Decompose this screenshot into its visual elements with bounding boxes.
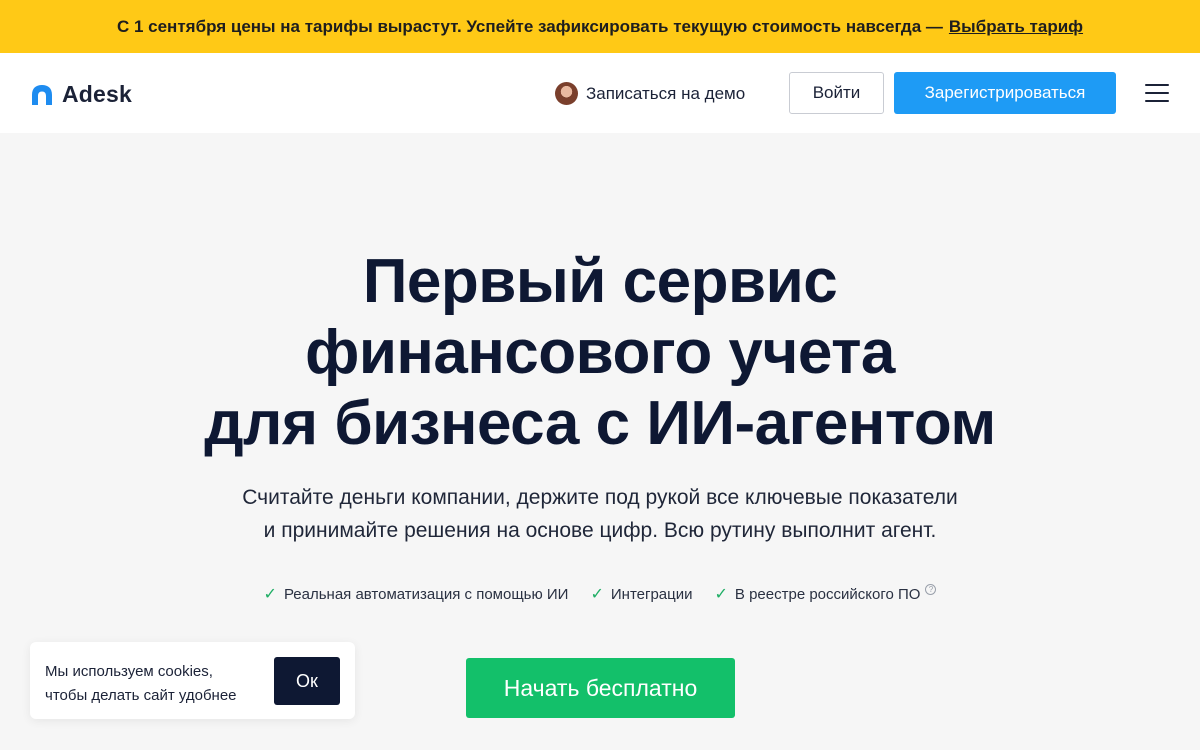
avatar bbox=[555, 82, 578, 105]
hero-subtitle-line: Считайте деньги компании, держите под ру… bbox=[242, 486, 958, 509]
hero-title: Первый сервис финансового учета для бизн… bbox=[0, 246, 1200, 459]
hero-subtitle-line: и принимайте решения на основе цифр. Всю… bbox=[263, 519, 937, 542]
cookie-text-line: Мы используем cookies, bbox=[45, 663, 213, 680]
promo-text: С 1 сентября цены на тарифы вырастут. Ус… bbox=[116, 16, 943, 36]
book-demo-label: Записаться на демо bbox=[586, 83, 746, 103]
register-button[interactable]: Зарегистрироваться bbox=[894, 72, 1116, 114]
hamburger-menu-icon[interactable] bbox=[1145, 82, 1171, 104]
cookie-text-line: чтобы делать сайт удобнее bbox=[45, 687, 237, 704]
check-icon: ✓ bbox=[590, 586, 604, 603]
cookie-notice: Мы используем cookies, чтобы делать сайт… bbox=[30, 642, 355, 719]
question-circle-icon[interactable]: ? bbox=[925, 583, 937, 595]
hero-subtitle: Считайте деньги компании, держите под ру… bbox=[0, 481, 1200, 547]
feature-item: ✓ Интеграции bbox=[590, 584, 692, 604]
feature-label: Интеграции bbox=[610, 585, 693, 603]
cookie-ok-button[interactable]: Ок bbox=[274, 657, 340, 705]
hero-title-line: финансового учета bbox=[305, 318, 895, 387]
start-free-button[interactable]: Начать бесплатно bbox=[466, 658, 735, 718]
login-button[interactable]: Войти bbox=[789, 72, 884, 114]
feature-list: ✓ Реальная автоматизация с помощью ИИ ✓ … bbox=[0, 583, 1200, 604]
cookie-text: Мы используем cookies, чтобы делать сайт… bbox=[45, 660, 237, 708]
feature-label: В реестре российского ПО bbox=[734, 585, 921, 603]
choose-plan-link[interactable]: Выбрать тариф bbox=[949, 17, 1083, 37]
adesk-logo-icon bbox=[32, 84, 52, 105]
check-icon: ✓ bbox=[714, 586, 728, 603]
hero-title-line: Первый сервис bbox=[362, 247, 838, 316]
promo-banner: С 1 сентября цены на тарифы вырастут. Ус… bbox=[0, 0, 1200, 53]
site-header: Adesk Записаться на демо Войти Зарегистр… bbox=[0, 53, 1200, 133]
logo[interactable]: Adesk bbox=[30, 81, 132, 108]
hero-title-line: для бизнеса с ИИ-агентом bbox=[204, 389, 996, 458]
check-icon: ✓ bbox=[263, 586, 277, 603]
logo-text: Adesk bbox=[62, 81, 133, 107]
book-demo-link[interactable]: Записаться на демо bbox=[555, 82, 745, 105]
feature-label: Реальная автоматизация с помощью ИИ bbox=[283, 585, 569, 603]
feature-item: ✓ Реальная автоматизация с помощью ИИ bbox=[264, 584, 569, 604]
feature-item: ✓ В реестре российского ПО ? bbox=[714, 583, 937, 604]
